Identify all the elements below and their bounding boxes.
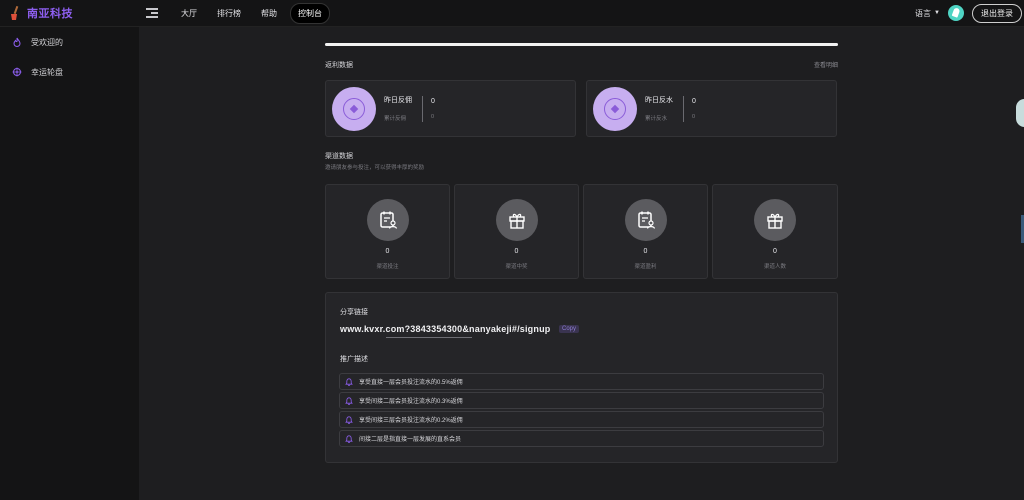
divider	[683, 95, 684, 122]
channel-value: 0	[773, 248, 777, 255]
water-rebate-icon	[593, 86, 637, 131]
channel-card-wins: 0 渠道中奖	[454, 184, 579, 279]
list-item: 享受间接三层会员投注流水的0.2%返佣	[339, 411, 824, 428]
caret-down-icon: ▼	[934, 10, 940, 16]
wheel-icon	[12, 67, 22, 77]
floating-service-button[interactable]	[1016, 99, 1024, 127]
list-item: 间接二层是指直接一层发展的直系会员	[339, 430, 824, 447]
channel-card-members: 0 渠道人数	[712, 184, 838, 279]
channel-section-subtitle: 邀请朋友参与投注，可以获得丰厚的奖励	[325, 165, 425, 171]
rebate-total: 0	[692, 113, 696, 120]
share-link[interactable]: www.kvxr.com?3843354300&nanyakeji#/signu…	[340, 324, 550, 334]
list-item: 享受间接二层会员投注流水的0.3%返佣	[339, 392, 824, 409]
promo-list: 享受直接一层会员投注流水的0.5%返佣 享受间接二层会员投注流水的0.3%返佣 …	[339, 373, 824, 449]
sidebar-item-popular[interactable]: 受欢迎的	[0, 27, 139, 57]
clipboard-user-icon	[624, 199, 667, 241]
promo-title: 推广描述	[340, 356, 368, 363]
rebate-sub-label: 累计反佣	[384, 116, 407, 122]
nav-item-ranking[interactable]: 排行榜	[210, 4, 248, 23]
rebate-value: 0	[692, 97, 696, 105]
nav-item-console[interactable]: 控制台	[290, 2, 330, 24]
rebate-label: 昨日反水	[645, 97, 673, 104]
progress-bar	[325, 43, 838, 46]
channel-label: 渠道投注	[376, 264, 399, 270]
sidebar-item-label: 受欢迎的	[31, 37, 63, 47]
bell-icon	[345, 377, 353, 386]
language-label: 语言	[915, 8, 932, 18]
share-panel: 分享链接 www.kvxr.com?3843354300&nanyakeji#/…	[325, 292, 838, 463]
rebate-value: 0	[431, 97, 435, 105]
rebate-total: 0	[431, 113, 435, 120]
channel-card-bets: 0 渠道投注	[325, 184, 450, 279]
sidebar: 受欢迎的 幸运轮盘	[0, 27, 139, 500]
nav-item-help[interactable]: 帮助	[254, 4, 284, 23]
share-title: 分享链接	[340, 309, 368, 316]
rebate-section-title: 返利数据	[325, 62, 353, 69]
promo-text: 享受间接二层会员投注流水的0.3%返佣	[359, 399, 463, 405]
sidebar-item-label: 幸运轮盘	[31, 67, 63, 77]
rebate-card-water: 昨日反水 累计反水 0 0	[586, 80, 837, 137]
avatar[interactable]	[948, 5, 964, 21]
rebate-card-commission: 昨日反佣 累计反佣 0 0	[325, 80, 576, 137]
flame-icon	[13, 37, 21, 47]
rebate-sub-label: 累计反水	[645, 116, 668, 122]
channel-section-title: 渠道数据	[325, 153, 353, 160]
bell-icon	[345, 396, 353, 405]
sidebar-item-lucky-wheel[interactable]: 幸运轮盘	[0, 57, 139, 87]
progress-fill	[325, 43, 838, 46]
promo-text: 间接二层是指直接一层发展的直系会员	[359, 437, 462, 443]
view-detail-link[interactable]: 查看明细	[814, 60, 838, 69]
language-select[interactable]: 语言 ▼	[915, 8, 940, 19]
copy-button[interactable]: Copy	[559, 325, 580, 333]
bell-icon	[345, 415, 353, 424]
channel-label: 渠道中奖	[505, 264, 528, 270]
rebate-label: 昨日反佣	[384, 97, 412, 104]
promo-text: 享受直接一层会员投注流水的0.5%返佣	[359, 380, 463, 386]
channel-value: 0	[643, 248, 648, 255]
channel-card-profit: 0 渠道盈利	[583, 184, 708, 279]
logout-button[interactable]: 退出登录	[972, 3, 1022, 23]
link-underline	[386, 337, 472, 338]
bell-icon	[345, 434, 353, 443]
gift-icon	[754, 199, 796, 241]
top-bar: 南亚科技 大厅 排行榜 帮助 控制台 语言 ▼ 退出登录	[0, 0, 1024, 27]
channel-label: 渠道人数	[763, 264, 786, 270]
brand-logo-icon	[11, 6, 19, 20]
channel-value: 0	[514, 248, 519, 255]
header-actions: 语言 ▼ 退出登录	[915, 3, 1024, 23]
clipboard-user-icon	[366, 199, 409, 241]
promo-text: 享受间接三层会员投注流水的0.2%返佣	[359, 418, 463, 424]
list-item: 享受直接一层会员投注流水的0.5%返佣	[339, 373, 824, 390]
brand[interactable]: 南亚科技	[0, 5, 140, 21]
main-nav: 大厅 排行榜 帮助 控制台	[174, 2, 330, 24]
menu-toggle-icon[interactable]	[146, 8, 158, 18]
channel-value: 0	[385, 248, 390, 255]
channel-label: 渠道盈利	[634, 264, 657, 270]
nav-item-hall[interactable]: 大厅	[174, 4, 204, 23]
divider	[422, 95, 423, 122]
brand-name: 南亚科技	[27, 8, 73, 20]
gift-icon	[495, 199, 538, 241]
commission-icon	[332, 86, 376, 131]
